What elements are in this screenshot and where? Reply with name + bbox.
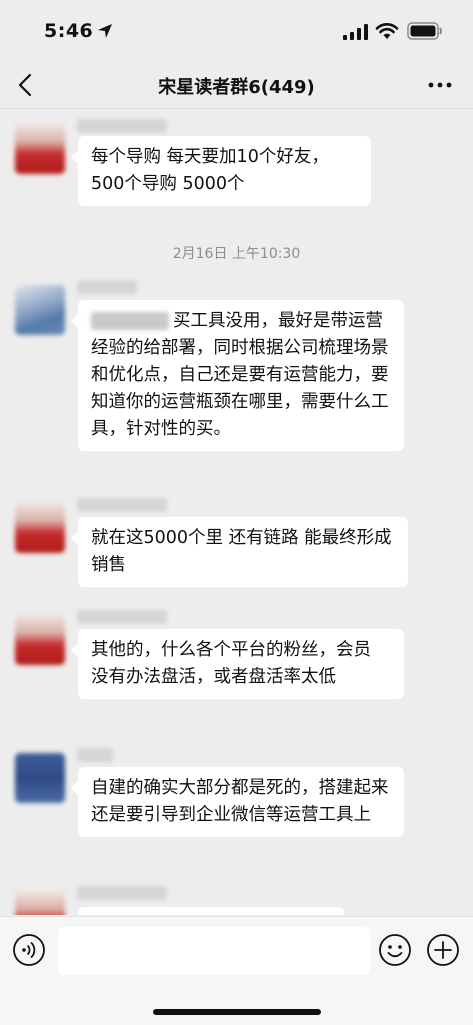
message-timestamp: 2月16日 上午10:30: [172, 246, 301, 262]
message-text: 买工具没用，最好是带运营经验的给部署，同时根据公司梳理场景和优化点，自己还是要有…: [91, 311, 389, 439]
message-bubble[interactable]: 买工具没用，最好是带运营经验的给部署，同时根据公司梳理场景和优化点，自己还是要有…: [71, 300, 404, 451]
signal-icon: [343, 24, 368, 40]
emoji-icon[interactable]: [378, 933, 412, 967]
home-indicator: [153, 1009, 321, 1015]
avatar[interactable]: [15, 124, 65, 174]
message-bubble[interactable]: 每个导购 每天要加10个好友，500个导购 5000个: [71, 136, 371, 206]
chat-title: 宋星读者群6(449): [158, 77, 315, 98]
sender-name-blurred: [77, 498, 167, 512]
status-time: 5:46: [44, 20, 94, 42]
chat-area[interactable]: 每个导购 每天要加10个好友，500个导购 5000个 2月16日 上午10:3…: [0, 109, 473, 915]
battery-icon: [407, 22, 442, 40]
more-icon[interactable]: [424, 72, 456, 98]
message-bubble[interactable]: 就在这5000个里 还有链路 能最终形成销售: [71, 517, 408, 587]
sender-name-blurred: [77, 610, 167, 624]
input-bar: [0, 916, 473, 1025]
message-bubble[interactable]: 其他的，什么各个平台的粉丝，会员 没有办法盘活，或者盘活率太低: [71, 629, 404, 699]
message-bubble[interactable]: 自建的确实大部分都是死的，搭建起来还是要引导到企业微信等运营工具上: [71, 767, 404, 837]
message-bubble[interactable]: [78, 907, 344, 915]
wifi-icon: [375, 23, 399, 39]
sender-name-blurred: [77, 119, 167, 133]
location-arrow-icon: [98, 24, 112, 38]
mention-blurred: [91, 312, 169, 330]
sender-name-blurred: [77, 748, 113, 762]
sender-name-blurred: [77, 886, 167, 900]
message-input[interactable]: [58, 927, 370, 975]
avatar[interactable]: [15, 285, 65, 335]
avatar[interactable]: [15, 615, 65, 665]
avatar[interactable]: [15, 503, 65, 553]
plus-icon[interactable]: [426, 933, 460, 967]
avatar[interactable]: [15, 753, 65, 803]
avatar[interactable]: [15, 891, 65, 915]
voice-icon[interactable]: [12, 933, 46, 967]
nav-bar: 宋星读者群6(449): [0, 62, 473, 109]
status-bar: 5:46: [0, 0, 473, 62]
sender-name-blurred: [77, 280, 137, 294]
